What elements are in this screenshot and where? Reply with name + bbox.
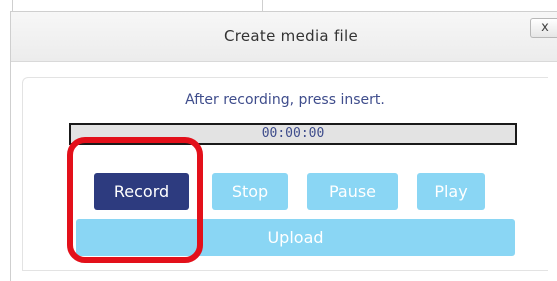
play-button[interactable]: Play [417,173,485,210]
instruction-text: After recording, press insert. [185,92,385,108]
close-icon: x [541,20,549,35]
stop-button[interactable]: Stop [212,173,288,210]
dialog-titlebar: Create media file x [11,12,557,62]
pause-button[interactable]: Pause [307,173,398,210]
timer-display: 00:00:00 [69,123,517,145]
upload-button[interactable]: Upload [76,219,515,256]
recorder-panel: After recording, press insert. 00:00:00 … [22,77,548,271]
close-button[interactable]: x [530,18,557,38]
dialog-title: Create media file [223,27,359,45]
record-button[interactable]: Record [94,173,189,210]
